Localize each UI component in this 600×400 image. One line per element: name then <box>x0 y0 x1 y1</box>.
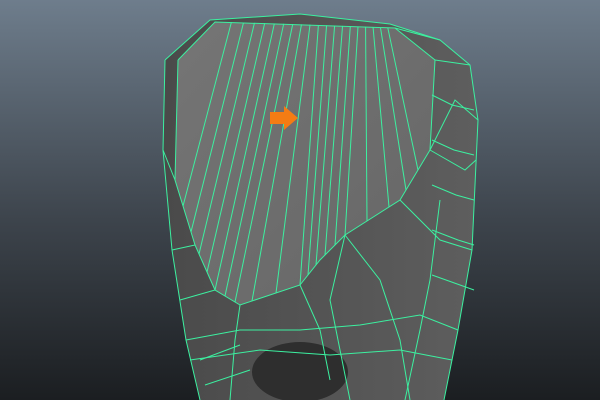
mesh-object[interactable] <box>162 13 479 400</box>
viewport-canvas[interactable] <box>0 0 600 400</box>
3d-viewport[interactable] <box>0 0 600 400</box>
